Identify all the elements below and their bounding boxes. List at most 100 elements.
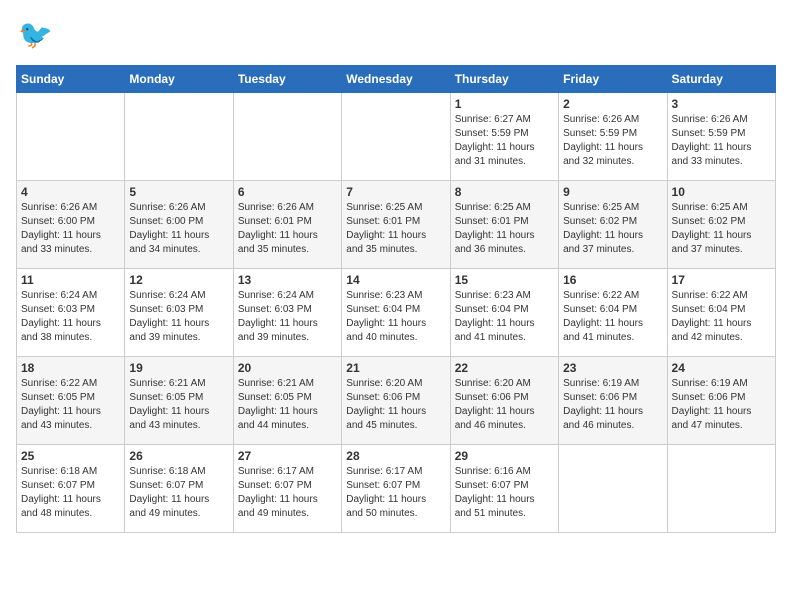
day-number: 27 bbox=[238, 449, 337, 463]
day-number: 11 bbox=[21, 273, 120, 287]
calendar-cell: 6 Sunrise: 6:26 AM Sunset: 6:01 PM Daylig… bbox=[233, 181, 341, 269]
day-info: Sunrise: 6:25 AM Sunset: 6:02 PM Dayligh… bbox=[563, 201, 662, 257]
day-info: Sunrise: 6:17 AM Sunset: 6:07 PM Dayligh… bbox=[238, 465, 337, 521]
day-info: Sunrise: 6:25 AM Sunset: 6:02 PM Dayligh… bbox=[672, 201, 771, 257]
day-info: Sunrise: 6:25 AM Sunset: 6:01 PM Dayligh… bbox=[455, 201, 554, 257]
day-number: 7 bbox=[346, 185, 445, 199]
calendar-cell: 28 Sunrise: 6:17 AM Sunset: 6:07 PM Dayli… bbox=[342, 445, 450, 533]
calendar-cell: 26 Sunrise: 6:18 AM Sunset: 6:07 PM Dayli… bbox=[125, 445, 233, 533]
day-info: Sunrise: 6:26 AM Sunset: 5:59 PM Dayligh… bbox=[672, 113, 771, 169]
calendar-cell: 13 Sunrise: 6:24 AM Sunset: 6:03 PM Dayli… bbox=[233, 269, 341, 357]
calendar-cell: 12Sunrise: 6:24 AM Sunset: 6:03 PM Dayli… bbox=[125, 269, 233, 357]
day-info: Sunrise: 6:26 AM Sunset: 6:00 PM Dayligh… bbox=[21, 201, 120, 257]
calendar-cell: 21Sunrise: 6:20 AM Sunset: 6:06 PM Dayli… bbox=[342, 357, 450, 445]
calendar-cell: 15Sunrise: 6:23 AM Sunset: 6:04 PM Dayli… bbox=[450, 269, 558, 357]
day-number: 16 bbox=[563, 273, 662, 287]
day-info: Sunrise: 6:18 AM Sunset: 6:07 PM Dayligh… bbox=[129, 465, 228, 521]
calendar-cell bbox=[342, 93, 450, 181]
calendar-cell: 3 Sunrise: 6:26 AM Sunset: 5:59 PM Daylig… bbox=[667, 93, 775, 181]
day-info: Sunrise: 6:27 AM Sunset: 5:59 PM Dayligh… bbox=[455, 113, 554, 169]
day-info: Sunrise: 6:21 AM Sunset: 6:05 PM Dayligh… bbox=[238, 377, 337, 433]
calendar-cell: 23Sunrise: 6:19 AM Sunset: 6:06 PM Dayli… bbox=[559, 357, 667, 445]
calendar-cell bbox=[667, 445, 775, 533]
calendar-cell: 7 Sunrise: 6:25 AM Sunset: 6:01 PM Daylig… bbox=[342, 181, 450, 269]
header-row: SundayMondayTuesdayWednesdayThursdayFrid… bbox=[17, 66, 776, 93]
calendar-cell: 11 Sunrise: 6:24 AM Sunset: 6:03 PM Dayli… bbox=[17, 269, 125, 357]
calendar-row: 18 Sunrise: 6:22 AM Sunset: 6:05 PM Dayli… bbox=[17, 357, 776, 445]
calendar-cell: 10 Sunrise: 6:25 AM Sunset: 6:02 PM Dayli… bbox=[667, 181, 775, 269]
day-number: 20 bbox=[238, 361, 337, 375]
header-cell-saturday: Saturday bbox=[667, 66, 775, 93]
day-info: Sunrise: 6:20 AM Sunset: 6:06 PM Dayligh… bbox=[455, 377, 554, 433]
calendar-cell: 17 Sunrise: 6:22 AM Sunset: 6:04 PM Dayli… bbox=[667, 269, 775, 357]
day-number: 14 bbox=[346, 273, 445, 287]
day-number: 28 bbox=[346, 449, 445, 463]
day-number: 15 bbox=[455, 273, 554, 287]
day-number: 17 bbox=[672, 273, 771, 287]
day-info: Sunrise: 6:19 AM Sunset: 6:06 PM Dayligh… bbox=[672, 377, 771, 433]
day-number: 8 bbox=[455, 185, 554, 199]
calendar-cell: 14 Sunrise: 6:23 AM Sunset: 6:04 PM Dayli… bbox=[342, 269, 450, 357]
logo-icon: 🐦 bbox=[16, 16, 52, 52]
day-info: Sunrise: 6:24 AM Sunset: 6:03 PM Dayligh… bbox=[129, 289, 228, 345]
calendar-row: 11 Sunrise: 6:24 AM Sunset: 6:03 PM Dayli… bbox=[17, 269, 776, 357]
calendar-header: SundayMondayTuesdayWednesdayThursdayFrid… bbox=[17, 66, 776, 93]
day-number: 21 bbox=[346, 361, 445, 375]
svg-text:🐦: 🐦 bbox=[18, 19, 52, 50]
calendar-row: 4 Sunrise: 6:26 AM Sunset: 6:00 PM Daylig… bbox=[17, 181, 776, 269]
calendar-cell: 22Sunrise: 6:20 AM Sunset: 6:06 PM Dayli… bbox=[450, 357, 558, 445]
day-info: Sunrise: 6:24 AM Sunset: 6:03 PM Dayligh… bbox=[21, 289, 120, 345]
day-number: 1 bbox=[455, 97, 554, 111]
calendar-cell: 1 Sunrise: 6:27 AM Sunset: 5:59 PM Daylig… bbox=[450, 93, 558, 181]
calendar-cell: 25 Sunrise: 6:18 AM Sunset: 6:07 PM Dayli… bbox=[17, 445, 125, 533]
day-info: Sunrise: 6:22 AM Sunset: 6:04 PM Dayligh… bbox=[563, 289, 662, 345]
logo: 🐦 bbox=[16, 16, 56, 57]
calendar-cell bbox=[17, 93, 125, 181]
day-number: 29 bbox=[455, 449, 554, 463]
day-number: 13 bbox=[238, 273, 337, 287]
calendar-cell bbox=[559, 445, 667, 533]
calendar-cell bbox=[233, 93, 341, 181]
header-cell-tuesday: Tuesday bbox=[233, 66, 341, 93]
header-cell-wednesday: Wednesday bbox=[342, 66, 450, 93]
calendar-cell bbox=[125, 93, 233, 181]
day-info: Sunrise: 6:26 AM Sunset: 6:00 PM Dayligh… bbox=[129, 201, 228, 257]
day-info: Sunrise: 6:26 AM Sunset: 6:01 PM Dayligh… bbox=[238, 201, 337, 257]
day-info: Sunrise: 6:25 AM Sunset: 6:01 PM Dayligh… bbox=[346, 201, 445, 257]
day-number: 3 bbox=[672, 97, 771, 111]
day-info: Sunrise: 6:23 AM Sunset: 6:04 PM Dayligh… bbox=[346, 289, 445, 345]
header: 🐦 bbox=[16, 16, 776, 57]
day-info: Sunrise: 6:24 AM Sunset: 6:03 PM Dayligh… bbox=[238, 289, 337, 345]
day-number: 4 bbox=[21, 185, 120, 199]
calendar-row: 25 Sunrise: 6:18 AM Sunset: 6:07 PM Dayli… bbox=[17, 445, 776, 533]
day-number: 18 bbox=[21, 361, 120, 375]
day-info: Sunrise: 6:17 AM Sunset: 6:07 PM Dayligh… bbox=[346, 465, 445, 521]
day-info: Sunrise: 6:22 AM Sunset: 6:04 PM Dayligh… bbox=[672, 289, 771, 345]
day-number: 9 bbox=[563, 185, 662, 199]
calendar-cell: 20 Sunrise: 6:21 AM Sunset: 6:05 PM Dayli… bbox=[233, 357, 341, 445]
calendar-cell: 18 Sunrise: 6:22 AM Sunset: 6:05 PM Dayli… bbox=[17, 357, 125, 445]
calendar-cell: 27 Sunrise: 6:17 AM Sunset: 6:07 PM Dayli… bbox=[233, 445, 341, 533]
day-number: 26 bbox=[129, 449, 228, 463]
day-info: Sunrise: 6:26 AM Sunset: 5:59 PM Dayligh… bbox=[563, 113, 662, 169]
calendar-body: 1 Sunrise: 6:27 AM Sunset: 5:59 PM Daylig… bbox=[17, 93, 776, 533]
day-number: 10 bbox=[672, 185, 771, 199]
day-info: Sunrise: 6:16 AM Sunset: 6:07 PM Dayligh… bbox=[455, 465, 554, 521]
day-number: 6 bbox=[238, 185, 337, 199]
day-info: Sunrise: 6:19 AM Sunset: 6:06 PM Dayligh… bbox=[563, 377, 662, 433]
calendar-cell: 4 Sunrise: 6:26 AM Sunset: 6:00 PM Daylig… bbox=[17, 181, 125, 269]
calendar-cell: 24 Sunrise: 6:19 AM Sunset: 6:06 PM Dayli… bbox=[667, 357, 775, 445]
day-info: Sunrise: 6:21 AM Sunset: 6:05 PM Dayligh… bbox=[129, 377, 228, 433]
header-cell-monday: Monday bbox=[125, 66, 233, 93]
day-number: 25 bbox=[21, 449, 120, 463]
calendar-cell: 8 Sunrise: 6:25 AM Sunset: 6:01 PM Daylig… bbox=[450, 181, 558, 269]
header-cell-friday: Friday bbox=[559, 66, 667, 93]
calendar-cell: 19Sunrise: 6:21 AM Sunset: 6:05 PM Dayli… bbox=[125, 357, 233, 445]
day-info: Sunrise: 6:22 AM Sunset: 6:05 PM Dayligh… bbox=[21, 377, 120, 433]
calendar-table: SundayMondayTuesdayWednesdayThursdayFrid… bbox=[16, 65, 776, 533]
calendar-cell: 9 Sunrise: 6:25 AM Sunset: 6:02 PM Daylig… bbox=[559, 181, 667, 269]
day-number: 5 bbox=[129, 185, 228, 199]
day-info: Sunrise: 6:18 AM Sunset: 6:07 PM Dayligh… bbox=[21, 465, 120, 521]
day-number: 24 bbox=[672, 361, 771, 375]
header-cell-sunday: Sunday bbox=[17, 66, 125, 93]
